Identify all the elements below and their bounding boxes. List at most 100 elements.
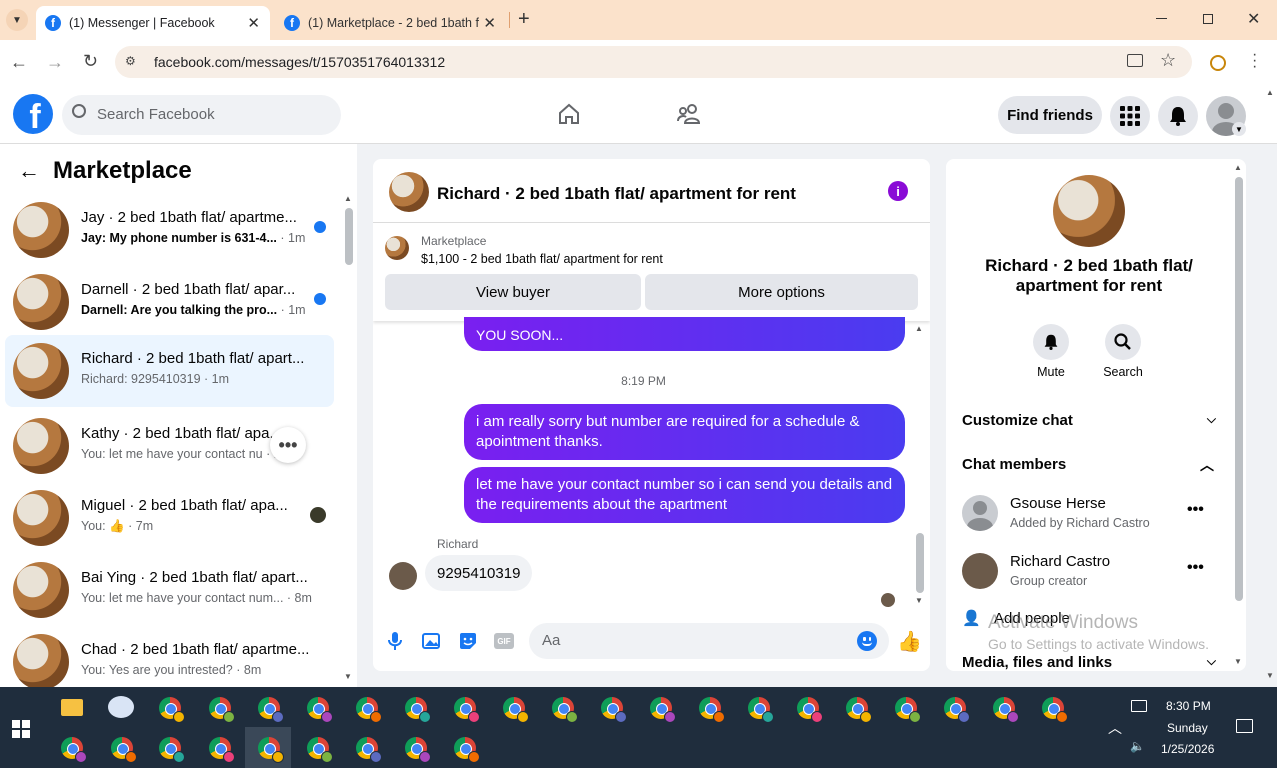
chat-title[interactable]: Richard · 2 bed 1bath flat/ apartment fo… — [437, 184, 796, 204]
pinned-app-icon[interactable] — [108, 696, 134, 718]
browser-tab-messenger[interactable]: f (1) Messenger | Facebook ✕ — [36, 6, 270, 40]
file-explorer-icon[interactable] — [61, 699, 83, 716]
chat-scroll-down-arrow[interactable]: ▼ — [915, 596, 923, 605]
bookmark-star-icon[interactable]: ☆ — [1160, 50, 1176, 71]
outgoing-message[interactable]: i am really sorry but number are require… — [464, 404, 905, 460]
media-files-links-row[interactable]: Media, files and links ⌵ — [962, 654, 1216, 671]
page-scroll-up-arrow[interactable]: ▲ — [1266, 88, 1274, 97]
friends-icon[interactable] — [676, 102, 702, 126]
clock-time[interactable]: 8:30 PM — [1166, 699, 1211, 713]
chrome-taskbar-icon[interactable] — [59, 735, 87, 763]
view-buyer-button[interactable]: View buyer — [385, 274, 641, 310]
chrome-taskbar-icon[interactable] — [844, 695, 872, 723]
conversation-info-icon[interactable]: i — [888, 181, 908, 201]
member-options-icon[interactable]: ••• — [1187, 559, 1204, 577]
message-input[interactable]: Aa — [529, 623, 889, 659]
chrome-taskbar-icon[interactable] — [648, 695, 676, 723]
chrome-taskbar-icon[interactable] — [109, 735, 137, 763]
more-options-button[interactable]: More options — [645, 274, 918, 310]
home-icon[interactable] — [557, 102, 581, 126]
conversation-item[interactable]: Jay · 2 bed 1bath flat/ apartme... Jay: … — [5, 194, 334, 264]
chrome-taskbar-icon[interactable] — [207, 695, 235, 723]
chrome-taskbar-icon[interactable] — [599, 695, 627, 723]
clock-day[interactable]: Sunday — [1167, 721, 1208, 735]
chrome-taskbar-icon[interactable] — [550, 695, 578, 723]
conversation-item[interactable]: Chad · 2 bed 1bath flat/ apartme... You:… — [5, 626, 334, 696]
conversation-item[interactable]: Bai Ying · 2 bed 1bath flat/ apart... Yo… — [5, 554, 334, 624]
chat-listing-avatar[interactable] — [389, 172, 429, 212]
new-tab-icon[interactable]: + — [518, 8, 530, 31]
chrome-taskbar-icon[interactable] — [403, 695, 431, 723]
gif-icon[interactable]: GIF — [494, 633, 514, 649]
info-listing-avatar[interactable] — [1053, 175, 1125, 247]
forward-icon[interactable]: → — [46, 52, 64, 73]
sender-avatar[interactable] — [389, 562, 417, 590]
close-window-icon[interactable]: ✕ — [1247, 9, 1260, 29]
sticker-icon[interactable] — [458, 631, 478, 651]
chrome-taskbar-icon[interactable] — [157, 735, 185, 763]
chrome-taskbar-icon[interactable] — [354, 695, 382, 723]
chrome-taskbar-icon[interactable] — [207, 735, 235, 763]
chrome-taskbar-icon[interactable] — [746, 695, 774, 723]
member-row[interactable]: Richard Castro Group creator ••• — [962, 551, 1222, 591]
member-options-icon[interactable]: ••• — [1187, 501, 1204, 519]
browser-tab-marketplace[interactable]: f (1) Marketplace - 2 bed 1bath f ✕ — [276, 6, 508, 40]
show-hidden-icons-chevron[interactable]: ︿ — [1108, 718, 1122, 738]
close-tab-icon[interactable]: ✕ — [483, 14, 496, 32]
outgoing-message[interactable]: let me have your contact number so i can… — [464, 467, 905, 523]
conversation-options-icon[interactable]: ••• — [270, 427, 306, 463]
chrome-taskbar-icon[interactable] — [305, 735, 333, 763]
chat-members-row[interactable]: Chat members ︿ — [962, 456, 1216, 473]
chrome-taskbar-icon[interactable] — [305, 695, 333, 723]
back-arrow-icon[interactable]: ← — [18, 158, 40, 184]
install-app-icon[interactable] — [1127, 54, 1143, 67]
search-facebook-field[interactable]: Search Facebook — [62, 95, 341, 135]
chat-scroll-up-arrow[interactable]: ▲ — [915, 324, 923, 333]
notifications-bell-icon[interactable] — [1158, 96, 1198, 136]
windows-start-icon[interactable] — [12, 720, 30, 738]
chrome-taskbar-icon[interactable] — [452, 695, 480, 723]
chrome-taskbar-icon[interactable] — [256, 695, 284, 723]
network-icon[interactable] — [1131, 700, 1147, 712]
clock-date[interactable]: 1/25/2026 — [1161, 742, 1214, 756]
browser-menu-icon[interactable]: · · · — [1252, 47, 1257, 75]
incoming-message[interactable]: 9295410319 — [425, 555, 533, 591]
chrome-taskbar-icon[interactable] — [942, 695, 970, 723]
find-friends-button[interactable]: Find friends — [998, 96, 1102, 134]
restore-window-icon[interactable] — [1203, 14, 1213, 24]
close-tab-icon[interactable]: ✕ — [247, 14, 260, 32]
chrome-taskbar-icon[interactable] — [354, 735, 382, 763]
attach-photo-icon[interactable] — [422, 631, 442, 651]
chat-scrollbar[interactable] — [916, 533, 924, 593]
scroll-up-arrow[interactable]: ▲ — [344, 194, 352, 203]
scroll-down-arrow[interactable]: ▼ — [344, 672, 352, 681]
info-scrollbar[interactable] — [1235, 177, 1243, 601]
emoji-icon[interactable] — [857, 631, 877, 651]
tab-list-dropdown-icon[interactable]: ▼ — [6, 9, 28, 31]
address-bar[interactable]: ⚙ facebook.com/messages/t/15703517640133… — [115, 46, 1192, 78]
chrome-taskbar-icon[interactable] — [403, 735, 431, 763]
customize-chat-row[interactable]: Customize chat ⌵ — [962, 412, 1216, 429]
chrome-taskbar-icon[interactable] — [795, 695, 823, 723]
chrome-taskbar-icon[interactable] — [501, 695, 529, 723]
conversation-item[interactable]: Miguel · 2 bed 1bath flat/ apa... You: 👍… — [5, 482, 334, 552]
like-thumbs-up-icon[interactable]: 👍 — [897, 629, 922, 654]
chrome-taskbar-icon[interactable] — [1040, 695, 1068, 723]
microphone-icon[interactable] — [387, 631, 403, 651]
page-scroll-down-arrow[interactable]: ▼ — [1266, 671, 1274, 680]
minimize-window-icon[interactable] — [1156, 18, 1167, 19]
chrome-taskbar-icon[interactable] — [893, 695, 921, 723]
search-in-conversation-button[interactable]: Search — [1102, 324, 1144, 379]
conversation-item-selected[interactable]: Richard · 2 bed 1bath flat/ apart... Ric… — [5, 335, 334, 407]
info-scroll-up-arrow[interactable]: ▲ — [1234, 163, 1242, 172]
info-scroll-down-arrow[interactable]: ▼ — [1234, 657, 1242, 666]
site-settings-icon[interactable]: ⚙ — [125, 54, 141, 70]
conversation-item[interactable]: Kathy · 2 bed 1bath flat/ apa... You: le… — [5, 410, 334, 480]
account-chevron-icon[interactable]: ▼ — [1232, 122, 1246, 136]
chrome-taskbar-icon[interactable] — [452, 735, 480, 763]
reload-icon[interactable]: ↻ — [83, 51, 98, 72]
conversation-item[interactable]: Darnell · 2 bed 1bath flat/ apar... Darn… — [5, 266, 334, 336]
profile-icon[interactable] — [1210, 55, 1226, 71]
facebook-logo-icon[interactable]: f — [13, 94, 53, 134]
chrome-taskbar-icon[interactable] — [697, 695, 725, 723]
